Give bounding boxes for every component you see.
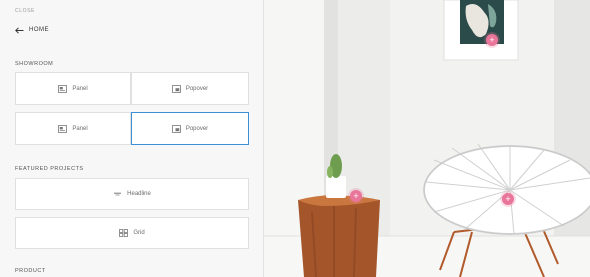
tile-label: Grid	[133, 230, 145, 236]
layout-option-headline[interactable]: Headline	[15, 178, 249, 210]
tile-label: Popover	[185, 85, 209, 92]
hotspot-add-button[interactable]: +	[502, 193, 514, 205]
section-heading-featured-projects: FEATURED PROJECTS	[15, 166, 84, 172]
home-label: HOME	[29, 27, 49, 33]
panel-icon	[58, 84, 68, 93]
close-link[interactable]: CLOSE	[15, 8, 35, 14]
room-photo	[264, 0, 590, 277]
section-heading-showroom: SHOWROOM	[15, 61, 54, 67]
tile-label: Headline	[127, 191, 151, 197]
layout-option-panel[interactable]: Panel	[15, 112, 131, 145]
home-link[interactable]: HOME	[15, 25, 49, 35]
layout-option-popover[interactable]: Popover	[131, 72, 249, 105]
grid-icon	[119, 229, 129, 237]
tile-label: Popover	[185, 125, 209, 132]
layout-option-popover-selected[interactable]: Popover	[131, 112, 249, 145]
tile-label: Panel	[72, 125, 88, 132]
popover-icon	[171, 84, 181, 93]
popover-icon	[171, 124, 181, 133]
back-arrow-icon	[15, 26, 24, 34]
headline-icon	[114, 192, 122, 196]
layout-option-grid[interactable]: Grid	[15, 217, 249, 249]
layout-option-panel[interactable]: Panel	[15, 72, 131, 105]
hotspot-add-button[interactable]: +	[486, 34, 498, 46]
section-heading-product: PRODUCT	[15, 268, 46, 274]
site-preview: + + +	[264, 0, 590, 277]
section-editor-panel: CLOSE HOME SHOWROOM Panel Popover Panel	[0, 0, 264, 277]
panel-icon	[58, 124, 68, 133]
hotspot-add-button[interactable]: +	[350, 190, 362, 202]
tile-label: Panel	[72, 85, 88, 92]
